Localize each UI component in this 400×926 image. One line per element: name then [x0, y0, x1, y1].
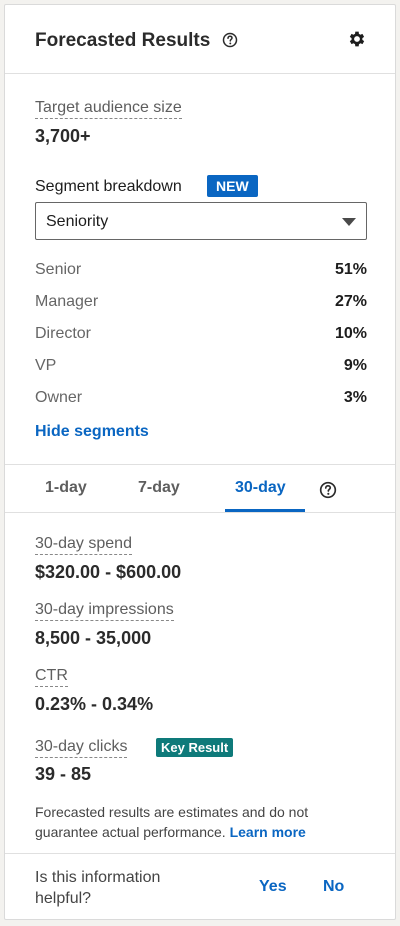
divider — [5, 512, 395, 513]
clicks-label[interactable]: 30-day clicks — [35, 738, 128, 758]
impressions-label[interactable]: 30-day impressions — [35, 601, 174, 621]
hide-segments-link[interactable]: Hide segments — [35, 423, 149, 441]
segment-select[interactable]: Seniority — [35, 202, 367, 240]
segment-select-value: Seniority — [46, 213, 109, 230]
audience-size-value: 3,700+ — [35, 126, 91, 146]
spend-label[interactable]: 30-day spend — [35, 535, 132, 555]
tab-7-day[interactable]: 7-day — [138, 479, 180, 497]
segment-row: Manager 27% — [35, 293, 367, 315]
segment-row: VP 9% — [35, 357, 367, 379]
disclaimer: Forecasted results are estimates and do … — [35, 802, 365, 842]
segment-name: VP — [35, 357, 57, 374]
segment-percent: 27% — [334, 293, 367, 310]
forecast-period-tabs: 1-day 7-day 30-day — [5, 465, 395, 513]
learn-more-link[interactable]: Learn more — [230, 824, 306, 840]
new-badge: NEW — [207, 175, 258, 197]
segment-percent: 3% — [343, 389, 367, 406]
card-header: Forecasted Results — [5, 5, 395, 74]
tab-1-day[interactable]: 1-day — [45, 479, 87, 497]
forecast-card: Forecasted Results Target audience size … — [4, 4, 396, 920]
gear-icon[interactable] — [347, 29, 367, 49]
feedback-question: Is this information helpful? — [35, 869, 161, 907]
segment-name: Senior — [35, 261, 82, 278]
segment-row: Senior 51% — [35, 261, 367, 283]
ctr-label[interactable]: CTR — [35, 667, 68, 687]
spend-value: $320.00 - $600.00 — [35, 562, 182, 582]
divider — [5, 853, 395, 854]
ctr-value: 0.23% - 0.34% — [35, 694, 154, 714]
segment-row: Director 10% — [35, 325, 367, 347]
help-circle-icon[interactable] — [319, 481, 337, 499]
key-result-badge: Key Result — [156, 738, 234, 757]
segment-percent: 10% — [334, 325, 367, 342]
help-circle-icon[interactable] — [222, 32, 238, 48]
segment-percent: 9% — [343, 357, 367, 374]
chevron-down-icon — [342, 218, 356, 226]
audience-size-label[interactable]: Target audience size — [35, 99, 182, 119]
segment-name: Manager — [35, 293, 99, 310]
segment-row: Owner 3% — [35, 389, 367, 411]
feedback-no-button[interactable]: No — [323, 878, 344, 896]
card-title: Forecasted Results — [35, 30, 238, 52]
impressions-value: 8,500 - 35,000 — [35, 628, 152, 648]
segment-percent: 51% — [334, 261, 367, 278]
feedback-yes-button[interactable]: Yes — [259, 878, 287, 896]
tab-30-day[interactable]: 30-day — [235, 479, 286, 497]
segment-name: Director — [35, 325, 92, 342]
card-title-text: Forecasted Results — [35, 30, 211, 51]
segment-breakdown-label: Segment breakdown — [35, 178, 182, 195]
segment-name: Owner — [35, 389, 83, 406]
clicks-value: 39 - 85 — [35, 764, 92, 784]
